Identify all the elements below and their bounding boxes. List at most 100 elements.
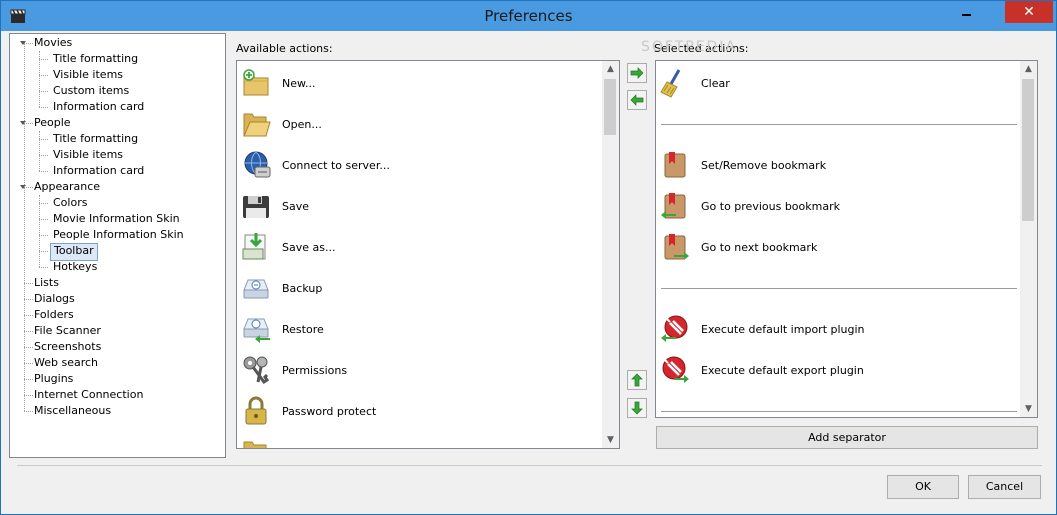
folder-new-icon [243, 69, 269, 96]
tree-connector [24, 331, 33, 332]
tree-connector [39, 203, 48, 204]
scroll-up-arrow[interactable]: ▲ [1020, 61, 1037, 77]
available-action-item[interactable]: Save [240, 186, 600, 226]
title-bar[interactable]: Preferences ✕ [1, 1, 1056, 31]
tree-connector [39, 59, 48, 60]
move-up-button[interactable] [627, 370, 647, 390]
softpedia-watermark: SOFTPEDIA [641, 39, 738, 55]
tree-connector [39, 91, 48, 92]
available-action-item[interactable]: Backup [240, 268, 600, 308]
floppy-disk-icon [243, 196, 269, 218]
tree-node[interactable]: Web search [31, 355, 101, 371]
tree-node[interactable]: Movies [31, 35, 75, 51]
remove-action-button[interactable] [627, 90, 647, 110]
available-action-item[interactable] [240, 432, 280, 448]
tree-child-node[interactable]: People Information Skin [50, 227, 187, 243]
action-label: Save [282, 200, 310, 213]
selected-action-item[interactable]: Set/Remove bookmark [659, 145, 1014, 185]
tree-connector [24, 379, 33, 380]
backup-drive-icon [243, 279, 269, 299]
action-label: Go to next bookmark [701, 241, 818, 254]
selected-actions-list[interactable]: ▲ ▼ Clear Set/Remove bookmark Go to previo… [655, 60, 1038, 418]
preferences-tree[interactable]: Movies Title formatting Visible items Custo… [9, 33, 226, 458]
tree-child-node[interactable]: Hotkeys [50, 259, 100, 275]
tree-child-node[interactable]: Movie Information Skin [50, 211, 183, 227]
tree-node[interactable]: Miscellaneous [31, 403, 114, 419]
tree-child-node[interactable]: Title formatting [50, 131, 141, 147]
padlock-icon [245, 396, 267, 425]
tree-node[interactable]: Plugins [31, 371, 76, 387]
plugin-export-icon [662, 356, 689, 383]
keys-icon [243, 356, 270, 385]
selected-action-item[interactable]: Clear [659, 63, 1014, 103]
tree-node[interactable]: Folders [31, 307, 77, 323]
action-separator[interactable] [661, 124, 1017, 125]
move-down-button[interactable] [627, 398, 647, 418]
scroll-thumb[interactable] [1022, 79, 1034, 221]
available-action-item[interactable]: New... [240, 63, 600, 103]
arrow-right-icon [630, 67, 644, 79]
tree-child-node[interactable]: Visible items [50, 67, 126, 83]
selected-action-item[interactable]: Go to previous bookmark [659, 186, 1014, 226]
action-label: Set/Remove bookmark [701, 159, 827, 172]
tree-node[interactable]: Appearance [31, 179, 103, 195]
minimize-button[interactable] [951, 1, 981, 25]
tree-child-node[interactable]: Colors [50, 195, 90, 211]
tree-child-node[interactable]: Visible items [50, 147, 126, 163]
available-action-item[interactable]: Open... [240, 104, 600, 144]
tree-node[interactable]: Internet Connection [31, 387, 146, 403]
tree-node[interactable]: File Scanner [31, 323, 104, 339]
tree-node[interactable]: Screenshots [31, 339, 104, 355]
action-separator[interactable] [661, 288, 1017, 289]
tree-node[interactable]: People [31, 115, 74, 131]
tree-connector [39, 219, 48, 220]
tree-child-node[interactable]: Custom items [50, 83, 132, 99]
available-action-item[interactable]: Save as... [240, 227, 600, 267]
scroll-thumb[interactable] [604, 79, 616, 135]
tree-connector [24, 283, 33, 284]
tree-connector [39, 235, 48, 236]
expand-arrow-icon[interactable] [20, 185, 26, 189]
action-label: Go to previous bookmark [701, 200, 840, 213]
close-icon: ✕ [1023, 4, 1035, 20]
expand-arrow-icon[interactable] [20, 41, 26, 45]
available-action-item[interactable]: Restore [240, 309, 600, 349]
tree-child-node[interactable]: Title formatting [50, 51, 141, 67]
tree-node[interactable]: Lists [31, 275, 62, 291]
expand-arrow-icon[interactable] [20, 121, 26, 125]
available-scrollbar[interactable]: ▲ ▼ [602, 61, 619, 448]
ok-button[interactable]: OK [887, 475, 959, 499]
window-title: Preferences [484, 7, 573, 25]
selected-action-item[interactable]: Execute default import plugin [659, 309, 1014, 349]
available-action-item[interactable]: Permissions [240, 350, 600, 390]
action-label: Backup [282, 282, 323, 295]
available-action-item[interactable]: Connect to server... [240, 145, 600, 185]
tree-guide-line [24, 43, 25, 411]
selected-action-item[interactable]: Execute default export plugin [659, 350, 1014, 390]
tree-connector [24, 363, 33, 364]
action-label: Save as... [282, 241, 336, 254]
cancel-button[interactable]: Cancel [968, 475, 1041, 499]
action-separator[interactable] [661, 411, 1017, 412]
arrow-up-icon [631, 373, 643, 387]
scroll-down-arrow[interactable]: ▼ [1020, 401, 1037, 417]
available-action-item[interactable]: Password protect [240, 391, 600, 431]
tree-child-node[interactable]: Information card [50, 99, 147, 115]
selected-scrollbar[interactable]: ▲ ▼ [1020, 61, 1037, 417]
add-action-button[interactable] [627, 63, 647, 83]
selected-action-item[interactable]: Go to next bookmark [659, 227, 1014, 267]
plugin-import-icon [661, 315, 688, 342]
globe-server-icon [244, 151, 271, 178]
action-label: Password protect [282, 405, 377, 418]
available-actions-label: Available actions: [236, 42, 333, 55]
tree-connector [24, 315, 33, 316]
tree-node[interactable]: Dialogs [31, 291, 78, 307]
scroll-up-arrow[interactable]: ▲ [602, 61, 619, 77]
tree-child-node[interactable]: Information card [50, 163, 147, 179]
tree-connector [39, 171, 48, 172]
tree-connector [39, 267, 48, 268]
available-actions-list[interactable]: ▲ ▼ New... Open... Connect to server... Sav… [236, 60, 620, 449]
add-separator-button[interactable]: Add separator [656, 426, 1038, 449]
scroll-down-arrow[interactable]: ▼ [602, 432, 619, 448]
close-button[interactable]: ✕ [1005, 1, 1053, 23]
